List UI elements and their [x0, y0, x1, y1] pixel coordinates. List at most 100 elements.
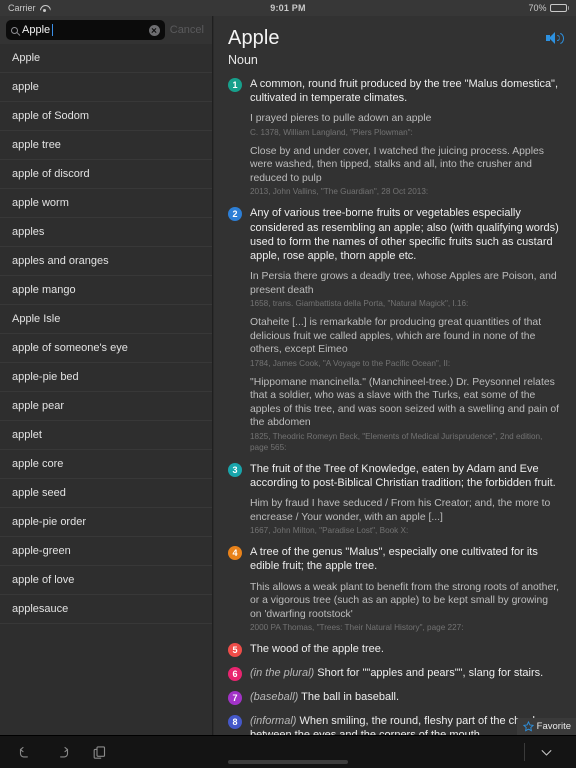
list-item-label: apple of love — [12, 574, 75, 586]
quotation-citation: 2000 PA Thomas, "Trees: Their Natural Hi… — [250, 623, 464, 633]
list-item[interactable]: apples and oranges — [0, 247, 212, 276]
sense-number-badge: 6 — [228, 667, 242, 682]
cancel-button[interactable]: Cancel — [170, 24, 206, 36]
chevron-down-icon[interactable] — [539, 745, 554, 760]
list-item[interactable]: apple — [0, 73, 212, 102]
sense-body: A tree of the genus "Malus", especially … — [250, 545, 562, 633]
page-title: Apple — [228, 27, 280, 49]
list-item[interactable]: applet — [0, 421, 212, 450]
sense-definition: The wood of the apple tree. — [250, 642, 562, 656]
list-item[interactable]: Apple Isle — [0, 305, 212, 334]
list-item[interactable]: apples — [0, 218, 212, 247]
home-indicator — [228, 760, 348, 764]
sense-entry: 8 (informal) When smiling, the round, fle… — [228, 714, 562, 735]
entry-header: Apple — [228, 26, 564, 50]
list-item-label: Apple Isle — [12, 313, 61, 325]
favorite-label: Favorite — [536, 721, 571, 732]
list-item-label: apple of Sodom — [12, 110, 90, 122]
list-item[interactable]: apple-green — [0, 537, 212, 566]
list-item[interactable]: apple of discord — [0, 160, 212, 189]
part-of-speech: Noun — [228, 53, 258, 67]
sense-number-badge: 5 — [228, 643, 242, 658]
list-item[interactable]: apple of Sodom — [0, 102, 212, 131]
redo-icon[interactable] — [55, 745, 70, 760]
clear-icon[interactable] — [148, 24, 160, 36]
search-input-value: Apple — [22, 23, 51, 36]
list-item[interactable]: Apple — [0, 44, 212, 73]
sense-number-badge: 3 — [228, 462, 242, 477]
list-item-label: apple-pie order — [12, 516, 86, 528]
sense-definition: Any of various tree-borne fruits or vege… — [250, 206, 562, 263]
sense-body: The wood of the apple tree. — [250, 642, 562, 657]
search-input[interactable]: Apple — [6, 20, 165, 40]
sense-definition: (in the plural) Short for ""apples and p… — [250, 666, 562, 680]
sense-entry: 5 The wood of the apple tree. — [228, 642, 562, 658]
paste-icon[interactable] — [92, 745, 107, 760]
sense-number-badge: 2 — [228, 207, 242, 222]
sense-usage-label: (in the plural) — [250, 667, 315, 680]
sense-definition-text: The ball in baseball. — [301, 691, 400, 704]
quotation-text: In Persia there grows a deadly tree, who… — [250, 271, 557, 296]
list-item[interactable]: apple worm — [0, 189, 212, 218]
list-item[interactable]: apple of someone's eye — [0, 334, 212, 363]
sense-definition-text: The fruit of the Tree of Knowledge, eate… — [250, 462, 556, 489]
list-item[interactable]: apple of love — [0, 566, 212, 595]
quotation-citation: 2013, John Vallins, "The Guardian", 28 O… — [250, 187, 429, 197]
sense-definition-text: A common, round fruit produced by the tr… — [250, 78, 559, 105]
text-caret — [52, 24, 54, 36]
favorite-button[interactable]: Favorite — [516, 718, 576, 735]
sidebar: Apple Cancel Apple apple apple of Sodom app… — [0, 16, 213, 735]
list-item-label: apple mango — [12, 284, 76, 296]
quotation-citation: 1667, John Milton, "Paradise Lost", Book… — [250, 526, 409, 536]
status-bar-right: 70% — [528, 3, 576, 13]
quotation-text: "Hippomane mancinella." (Manchineel-tree… — [250, 376, 560, 429]
sense-definition-text: The wood of the apple tree. — [250, 643, 384, 656]
list-item-label: Apple — [12, 52, 41, 64]
list-item[interactable]: apple pear — [0, 392, 212, 421]
bottom-toolbar — [0, 735, 576, 768]
quotation-text: Him by fraud I have seduced / From his C… — [250, 498, 551, 523]
sense-entry: 2 Any of various tree-borne fruits or veg… — [228, 206, 562, 452]
list-item-label: apple of discord — [12, 168, 90, 180]
toolbar-divider — [524, 743, 525, 761]
sense-usage-label: (baseball) — [250, 691, 299, 704]
sense-body: (in the plural) Short for ""apples and p… — [250, 666, 562, 681]
list-item[interactable]: apple tree — [0, 131, 212, 160]
list-item[interactable]: apple-pie bed — [0, 363, 212, 392]
status-bar-clock: 9:01 PM — [270, 3, 306, 13]
list-item[interactable]: applesauce — [0, 595, 212, 624]
sense-definition: (informal) When smiling, the round, fles… — [250, 714, 562, 735]
status-bar: Carrier 9:01 PM 70% — [0, 0, 576, 16]
sense-definition: The fruit of the Tree of Knowledge, eate… — [250, 462, 562, 490]
quotation-citation: 1658, trans. Giambattista della Porta, "… — [250, 299, 469, 309]
battery-icon — [549, 4, 569, 12]
sense-entry: 3 The fruit of the Tree of Knowledge, eat… — [228, 462, 562, 536]
quotation-text: This allows a weak plant to benefit from… — [250, 581, 559, 620]
undo-icon[interactable] — [18, 745, 33, 760]
list-item[interactable]: apple-pie order — [0, 508, 212, 537]
sense-body: (informal) When smiling, the round, fles… — [250, 714, 562, 735]
quotation-citation: C. 1378, William Langland, "Piers Plowma… — [250, 127, 413, 137]
list-item[interactable]: apple core — [0, 450, 212, 479]
quotation-text: Close by and under cover, I watched the … — [250, 145, 544, 184]
sense-number-badge: 1 — [228, 78, 242, 92]
sense-body: The fruit of the Tree of Knowledge, eate… — [250, 462, 562, 536]
search-icon — [11, 26, 18, 34]
list-item-label: apples — [12, 226, 45, 238]
list-item-label: apple of someone's eye — [12, 342, 128, 354]
sense-entry: 4 A tree of the genus "Malus", especially… — [228, 545, 562, 633]
speaker-icon[interactable] — [546, 32, 564, 45]
list-item-label: applet — [12, 429, 42, 441]
quotation-text: Otaheite [...] is remarkable for produci… — [250, 317, 542, 356]
suggestion-list[interactable]: Apple apple apple of Sodom apple tree apple … — [0, 44, 212, 735]
sense-usage-label: (informal) — [250, 715, 297, 728]
definition-pane[interactable]: Apple Noun 1 A common, round fruit produc… — [214, 16, 576, 735]
sense-body: Any of various tree-borne fruits or vege… — [250, 206, 562, 452]
sense-definition-text: Any of various tree-borne fruits or vege… — [250, 207, 559, 263]
sense-definition-text: Short for ""apples and pears"", slang fo… — [317, 667, 544, 680]
list-item[interactable]: apple seed — [0, 479, 212, 508]
list-item[interactable]: apple mango — [0, 276, 212, 305]
list-item-label: apple seed — [12, 487, 66, 499]
sense-entry: 6 (in the plural) Short for ""apples and … — [228, 666, 562, 682]
sense-body: (baseball) The ball in baseball. — [250, 690, 562, 705]
